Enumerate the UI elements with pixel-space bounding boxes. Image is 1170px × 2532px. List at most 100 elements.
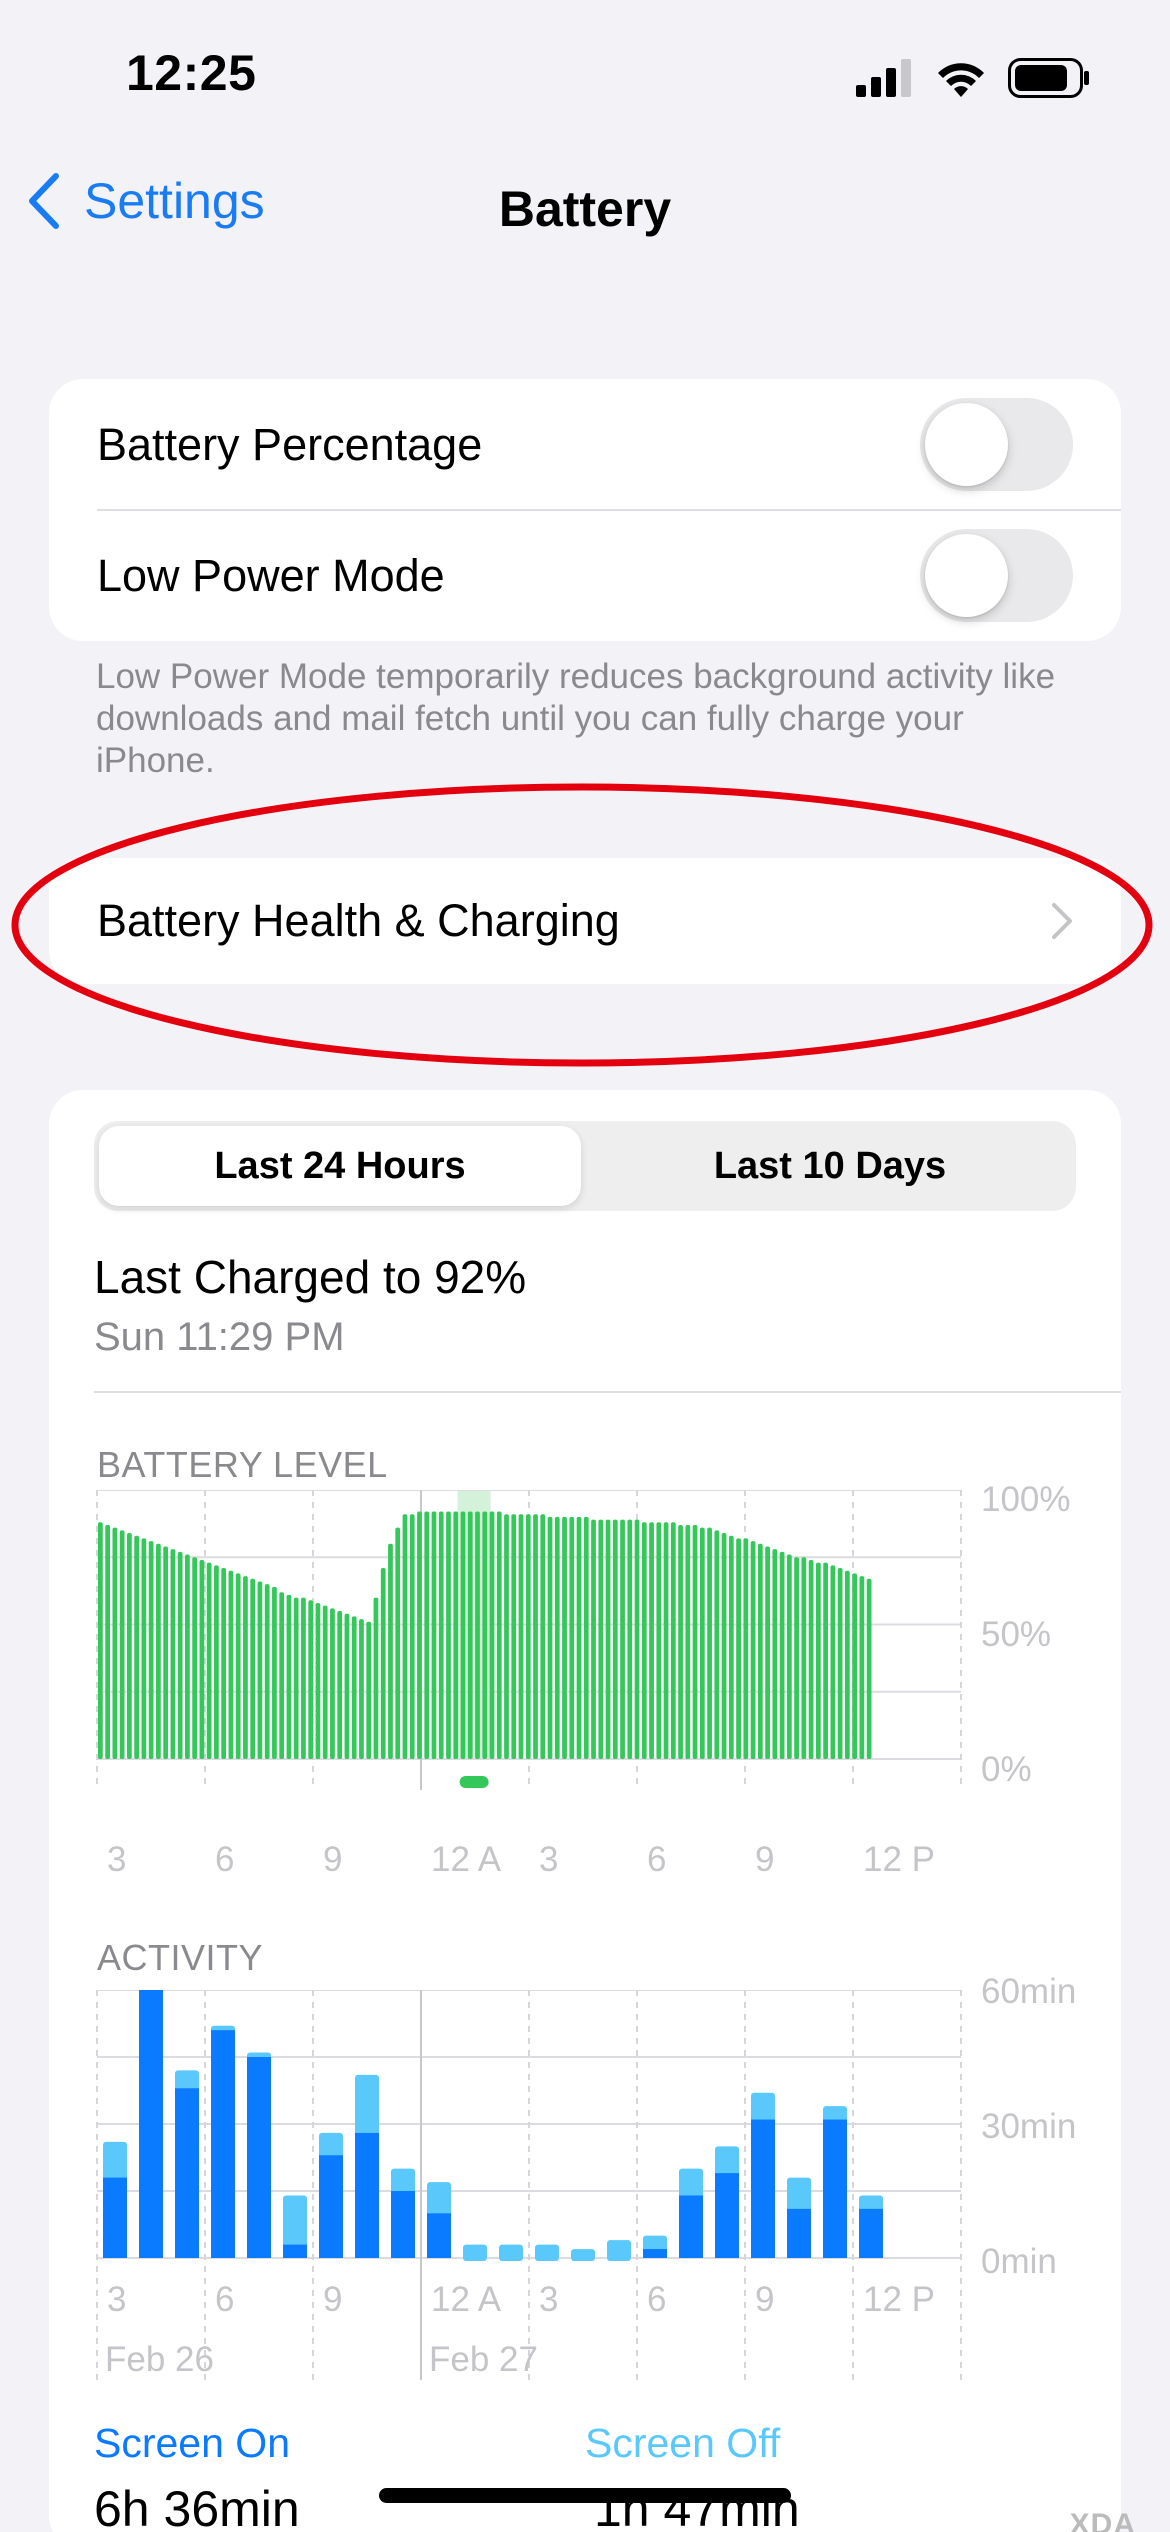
activity-bar-screen-off [679,2168,703,2199]
low-power-mode-toggle[interactable] [920,529,1073,622]
battery-bar [388,1543,393,1759]
battery-bar [823,1562,828,1759]
battery-bar [293,1597,299,1759]
battery-bar [504,1514,509,1759]
battery-bar [170,1549,176,1759]
battery-tick-label: 3 [107,1840,127,1879]
battery-bar [634,1519,640,1759]
battery-bar [156,1543,161,1759]
battery-bar [163,1546,169,1759]
screen-off-label: Screen Off [585,2420,781,2466]
activity-tick-label: 3 [539,2280,559,2319]
battery-bar [525,1514,531,1759]
battery-tick-label: 3 [539,1840,559,1879]
battery-bar [148,1541,154,1759]
battery-bar [272,1586,277,1759]
battery-tick-label: 12 A [431,1840,502,1879]
activity-bar-screen-on [787,2208,811,2258]
battery-tick-label: 6 [647,1840,667,1879]
activity-axis-0: 0min [981,2242,1057,2281]
battery-bar [743,1538,749,1759]
activity-bar-screen-off [607,2240,631,2261]
activity-bar-screen-off [355,2074,379,2136]
activity-bar-screen-on [643,2249,667,2258]
battery-bar [562,1516,567,1759]
charging-indicator [459,1776,489,1788]
battery-bar [337,1611,343,1759]
battery-bar [98,1522,103,1759]
activity-bar-screen-on [283,2244,307,2258]
toggle-knob [925,534,1008,617]
battery-bar [786,1554,792,1759]
activity-bar-screen-off [787,2177,811,2212]
last-charged-title: Last Charged to 92% [94,1251,527,1303]
battery-axis-100: 100% [981,1480,1071,1519]
activity-bar-screen-on [355,2132,379,2258]
battery-bar [598,1519,604,1759]
battery-bar [206,1562,212,1759]
battery-percentage-toggle[interactable] [920,398,1073,491]
activity-bar-screen-off [103,2141,127,2181]
battery-bar [127,1533,132,1759]
tab-last-10-days[interactable]: Last 10 Days [589,1126,1071,1206]
battery-bar [641,1522,647,1759]
activity-bar-screen-off [319,2132,343,2159]
activity-tick-label: 12 A [431,2280,502,2319]
battery-bar [859,1576,865,1759]
activity-bar-screen-on [679,2195,703,2258]
battery-tick-label: 9 [755,1840,775,1879]
time-range-segmented-control: Last 24 Hours Last 10 Days [94,1121,1076,1211]
battery-bar [605,1519,611,1759]
battery-bar [286,1594,292,1759]
low-power-footnote: Low Power Mode temporarily reduces backg… [96,657,1056,780]
battery-bar [453,1511,459,1759]
battery-tick-label: 9 [323,1840,343,1879]
battery-bar [221,1568,227,1759]
status-icons [856,58,1090,98]
xda-watermark: XDA [1069,2508,1136,2532]
battery-bar [308,1600,314,1759]
highlight-annotation [11,783,1153,1067]
battery-bar [192,1557,198,1759]
battery-bar [830,1565,836,1759]
activity-bar-screen-off [715,2146,739,2177]
activity-tick-label: 6 [215,2280,235,2319]
battery-bar [402,1514,408,1759]
screen-on-label: Screen On [94,2420,290,2466]
battery-bar [649,1522,654,1759]
battery-bar [344,1613,350,1759]
battery-tick-label: 6 [215,1840,235,1879]
battery-percentage-label: Battery Percentage [97,418,483,470]
battery-percentage-row: Battery Percentage [49,379,1121,510]
battery-bar [678,1524,683,1759]
battery-bar [569,1516,575,1759]
battery-bar [322,1605,328,1759]
battery-bar [656,1522,662,1759]
battery-bar [257,1581,263,1759]
battery-bar [235,1573,241,1759]
battery-bar [460,1511,466,1759]
battery-bar [721,1533,727,1759]
activity-tick-label: 6 [647,2280,667,2319]
battery-bar [105,1524,111,1759]
tab-last-24-hours[interactable]: Last 24 Hours [99,1126,581,1206]
home-indicator [379,2488,791,2503]
activity-axis-30: 30min [981,2107,1077,2146]
battery-bar [366,1621,372,1759]
battery-bar [467,1511,473,1759]
battery-bar [772,1549,778,1759]
battery-bar [134,1535,140,1759]
battery-bar [837,1568,843,1759]
battery-bar [663,1522,669,1759]
activity-bar-screen-off [499,2244,523,2261]
usage-card: Last 24 Hours Last 10 Days Last Charged … [49,1090,1121,2532]
low-power-mode-label: Low Power Mode [97,549,445,601]
status-time: 12:25 [126,45,257,101]
battery-bar [279,1592,285,1759]
battery-level-chart [96,1490,962,1790]
battery-axis-0: 0% [981,1750,1032,1789]
battery-bar [489,1511,495,1759]
activity-bar-screen-on [427,2213,451,2258]
card-divider [94,1391,1121,1393]
battery-bar [540,1514,546,1759]
